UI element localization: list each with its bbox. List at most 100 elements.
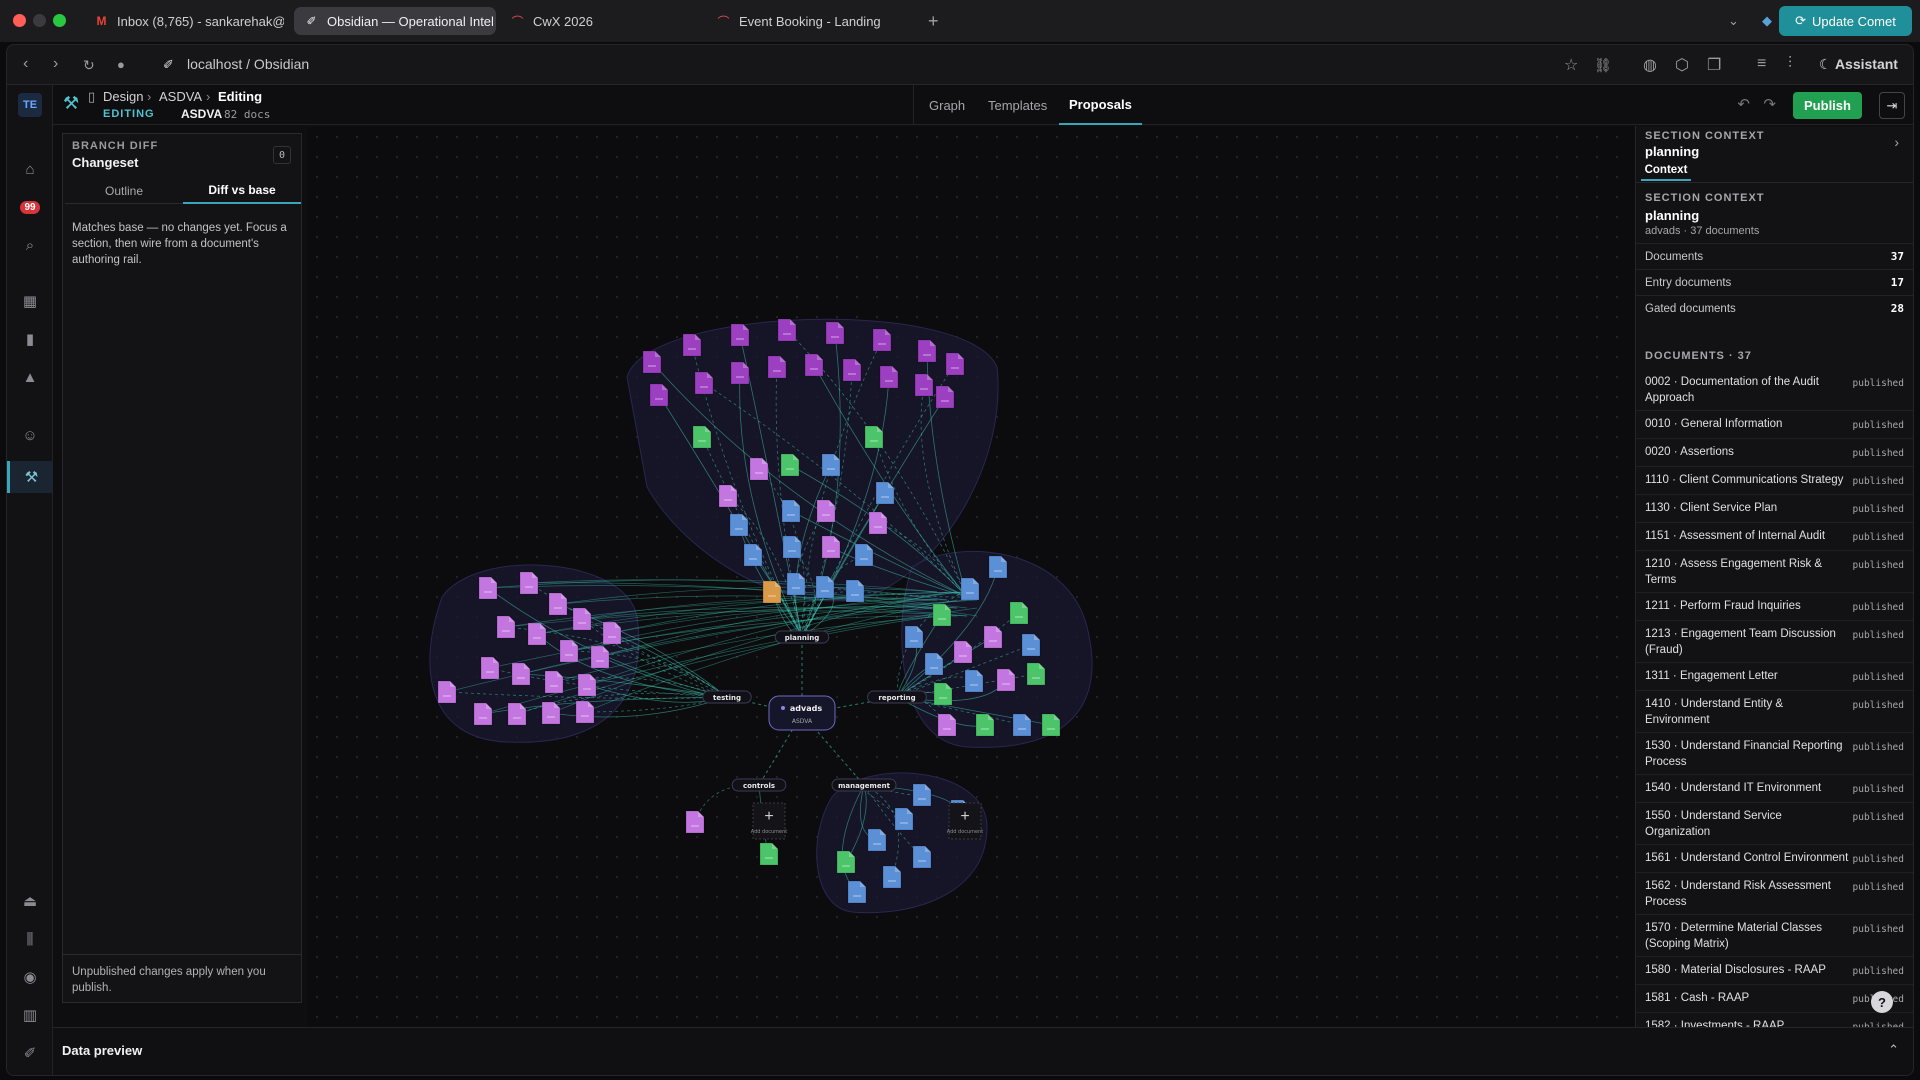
document-list-item[interactable]: 1580 · Material Disclosures - RAAP publis… [1636, 957, 1913, 985]
update-comet-button[interactable]: ⟳ Update Comet [1779, 6, 1912, 36]
document-node[interactable] [1012, 713, 1032, 737]
document-node[interactable] [511, 662, 531, 686]
tab-list-chevron-icon[interactable]: ⌄ [1718, 7, 1749, 35]
trash-icon[interactable]: ▥ [18, 1003, 42, 1027]
maximize-window-button[interactable] [53, 14, 66, 27]
document-list-item[interactable]: 1561 · Understand Control Environment pub… [1636, 845, 1913, 873]
section-hub-reporting[interactable]: reporting [867, 690, 927, 704]
document-node[interactable] [872, 328, 892, 352]
hammer-icon[interactable]: ⚒ [7, 461, 53, 493]
chart-icon[interactable]: ▮ [18, 327, 42, 351]
home-icon[interactable]: ⌂ [18, 157, 42, 181]
document-node[interactable] [729, 513, 749, 537]
document-list-item[interactable]: 1311 · Engagement Letter published [1636, 663, 1913, 691]
building-icon[interactable]: ▦ [18, 289, 42, 313]
url-field[interactable]: localhost / Obsidian [187, 56, 309, 72]
tab-diff-vs-base[interactable]: Diff vs base [183, 178, 301, 204]
assistant-button[interactable]: ☾ Assistant [1819, 56, 1898, 73]
document-node[interactable] [694, 371, 714, 395]
document-node[interactable] [854, 543, 874, 567]
document-node[interactable] [541, 701, 561, 725]
document-list-item[interactable]: 1213 · Engagement Team Discussion (Fraud… [1636, 621, 1913, 663]
document-node[interactable] [847, 880, 867, 904]
extension-icon[interactable]: ◆ [1752, 7, 1782, 35]
panel-toggle-icon[interactable]: ⇥ [1879, 92, 1905, 119]
document-list-item[interactable]: 1211 · Perform Fraud Inquiries published [1636, 593, 1913, 621]
document-node[interactable] [932, 603, 952, 627]
chevron-right-icon[interactable]: › [1894, 134, 1899, 150]
document-node[interactable] [590, 645, 610, 669]
document-node[interactable] [478, 576, 498, 600]
document-node[interactable] [749, 457, 769, 481]
document-node[interactable] [821, 535, 841, 559]
document-node[interactable] [868, 511, 888, 535]
document-list-item[interactable]: 0002 · Documentation of the Audit Approa… [1636, 369, 1913, 411]
document-node[interactable] [842, 358, 862, 382]
document-node[interactable] [937, 713, 957, 737]
document-node[interactable] [780, 453, 800, 477]
document-node[interactable] [544, 670, 564, 694]
help-button[interactable]: ? [1871, 991, 1893, 1013]
undo-icon[interactable]: ↶ [1737, 95, 1750, 113]
document-node[interactable] [559, 639, 579, 663]
chevron-up-icon[interactable]: ⌃ [1888, 1042, 1899, 1058]
document-node[interactable] [879, 365, 899, 389]
document-node[interactable] [642, 350, 662, 374]
center-node[interactable]: advads ASDVA [768, 695, 836, 731]
search-icon[interactable]: ⌕ [18, 233, 42, 257]
document-node[interactable] [917, 339, 937, 363]
document-list-item[interactable]: 1151 · Assessment of Internal Audit publi… [1636, 523, 1913, 551]
document-node[interactable] [1026, 662, 1046, 686]
document-node[interactable] [527, 622, 547, 646]
document-node[interactable] [743, 543, 763, 567]
tab-graph[interactable]: Graph [919, 85, 975, 125]
document-node[interactable] [577, 673, 597, 697]
document-node[interactable] [953, 640, 973, 664]
document-node[interactable] [935, 385, 955, 409]
tab-outline[interactable]: Outline [65, 178, 183, 204]
document-node[interactable] [730, 361, 750, 385]
users-icon[interactable]: ☺ [18, 423, 42, 447]
document-list-item[interactable]: 1110 · Client Communications Strategy pub… [1636, 467, 1913, 495]
document-node[interactable] [473, 702, 493, 726]
document-list-item[interactable]: 1210 · Assess Engagement Risk & Terms pub… [1636, 551, 1913, 593]
document-node[interactable] [924, 652, 944, 676]
bookmark-star-icon[interactable]: ☆ [1564, 55, 1578, 75]
reload-icon[interactable]: ↻ [83, 57, 95, 74]
document-graph[interactable]: + Add document + Add document advads ASDVA pla… [307, 127, 1642, 1029]
document-node[interactable] [767, 355, 787, 379]
eject-icon[interactable]: ⏏ [18, 889, 42, 913]
microphone-icon[interactable]: ● [117, 57, 125, 72]
browser-tab-obsidian[interactable]: ✐ Obsidian — Operational Intel [294, 7, 496, 35]
copy-icon[interactable]: ❐ [1707, 55, 1721, 75]
document-node[interactable] [759, 842, 779, 866]
audio-wave-icon[interactable]: ⫶ [1788, 55, 1792, 73]
document-node[interactable] [875, 481, 895, 505]
forward-icon[interactable]: › [53, 55, 58, 73]
section-hub-planning[interactable]: planning [774, 630, 830, 644]
back-icon[interactable]: ‹ [23, 55, 28, 73]
document-node[interactable] [983, 625, 1003, 649]
document-node[interactable] [864, 425, 884, 449]
document-node[interactable] [437, 680, 457, 704]
document-node[interactable] [882, 865, 902, 889]
publish-button[interactable]: Publish [1793, 92, 1862, 119]
breadcrumb-design[interactable]: Design [103, 89, 143, 104]
document-node[interactable] [718, 484, 738, 508]
document-list-item[interactable]: 0010 · General Information published [1636, 411, 1913, 439]
document-node[interactable] [649, 383, 669, 407]
tab-proposals[interactable]: Proposals [1059, 85, 1142, 125]
document-node[interactable] [945, 352, 965, 376]
breadcrumb-asdva[interactable]: ASDVA [159, 89, 202, 104]
document-node[interactable] [480, 656, 500, 680]
minimize-window-button[interactable] [33, 14, 46, 27]
document-list-item[interactable]: 1570 · Determine Material Classes (Scopi… [1636, 915, 1913, 957]
graduation-icon[interactable]: ▲ [18, 365, 42, 389]
graph-canvas[interactable]: + Add document + Add document advads ASDVA pla… [307, 127, 1642, 1029]
menu-lines-icon[interactable]: ≡ [1757, 55, 1766, 73]
document-node[interactable] [894, 807, 914, 831]
document-node[interactable] [1009, 601, 1029, 625]
add-document-node[interactable]: + Add document [751, 802, 788, 840]
document-node[interactable] [815, 575, 835, 599]
document-node[interactable] [996, 668, 1016, 692]
